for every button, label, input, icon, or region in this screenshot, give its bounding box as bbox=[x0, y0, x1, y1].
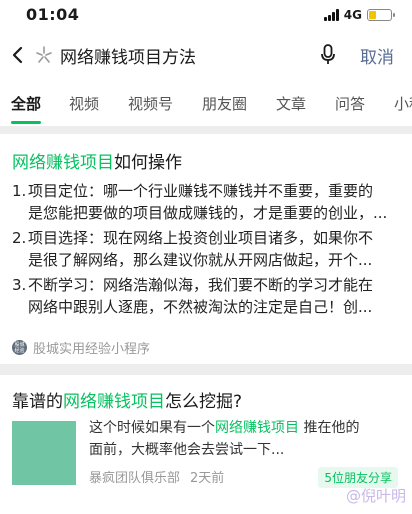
tab-video[interactable]: 视频 bbox=[69, 93, 99, 114]
search-logo-icon bbox=[36, 46, 52, 63]
article-thumbnail[interactable] bbox=[12, 421, 76, 485]
tab-moments[interactable]: 朋友圈 bbox=[202, 93, 247, 114]
author-name: 暴疯团队俱乐部 bbox=[89, 471, 181, 486]
list-item: 3. 不断学习：网络浩瀚似海，我们要不断的学习才能在 网络中跟别人逐鹿，不然被淘汰… bbox=[12, 276, 374, 316]
result-title[interactable]: 网络赚钱项目如何操作 bbox=[12, 148, 182, 173]
watermark: @倪叶明 bbox=[345, 487, 406, 505]
list-item: 2. 项目选择：现在网络上投资创业项目诸多，如果你不 是很了解网络，那么建议你就从… bbox=[12, 229, 374, 269]
result-meta: 暴疯团队俱乐部 2天前 bbox=[89, 467, 224, 486]
source-logo-icon: 股城 经验 bbox=[12, 340, 27, 355]
status-time: 01:04 bbox=[26, 5, 80, 24]
tab-bar: 全部 视频 视频号 朋友圈 文章 问答 小程 bbox=[0, 80, 412, 126]
tab-mini-programs[interactable]: 小程 bbox=[394, 93, 412, 114]
result-title[interactable]: 靠谱的网络赚钱项目怎么挖掘? bbox=[12, 387, 242, 412]
publish-time: 2天前 bbox=[190, 471, 225, 486]
search-input[interactable]: 网络赚钱项目方法 bbox=[60, 43, 196, 68]
result-snippet: 这个时候如果有一个网络赚钱项目 推在他的 面前，大概率他会去尝试一下... bbox=[89, 420, 360, 458]
active-tab-indicator bbox=[11, 121, 41, 124]
title-highlight: 网络赚钱项目 bbox=[12, 153, 114, 173]
search-bar: 网络赚钱项目方法 取消 bbox=[0, 30, 412, 80]
search-result-card[interactable]: 靠谱的网络赚钱项目怎么挖掘? 这个时候如果有一个网络赚钱项目 推在他的 面前，大… bbox=[0, 375, 412, 514]
status-bar: 01:04 4G bbox=[0, 0, 412, 30]
search-result-card[interactable]: 网络赚钱项目如何操作 1. 项目定位：哪一个行业赚钱不赚钱并不重要，重要的 是您能… bbox=[0, 134, 412, 364]
tab-all[interactable]: 全部 bbox=[11, 93, 41, 114]
battery-icon bbox=[367, 9, 395, 21]
title-highlight: 网络赚钱项目 bbox=[63, 392, 165, 412]
status-indicators: 4G bbox=[323, 8, 395, 22]
signal-icon bbox=[323, 9, 339, 21]
title-rest: 如何操作 bbox=[114, 153, 182, 173]
list-item: 1. 项目定位：哪一个行业赚钱不赚钱并不重要，重要的 是您能把要做的项目做成赚钱的… bbox=[12, 182, 388, 222]
back-arrow-icon[interactable] bbox=[8, 40, 28, 70]
source-name: 股城实用经验小程序 bbox=[33, 342, 151, 357]
result-source[interactable]: 股城 经验 股城实用经验小程序 bbox=[12, 338, 150, 357]
battery-level bbox=[369, 11, 376, 19]
tab-qa[interactable]: 问答 bbox=[335, 93, 365, 114]
network-type: 4G bbox=[343, 8, 362, 22]
tab-articles[interactable]: 文章 bbox=[276, 93, 306, 114]
microphone-icon[interactable] bbox=[320, 44, 336, 66]
tab-channels[interactable]: 视频号 bbox=[128, 93, 173, 114]
cancel-button[interactable]: 取消 bbox=[360, 43, 394, 68]
